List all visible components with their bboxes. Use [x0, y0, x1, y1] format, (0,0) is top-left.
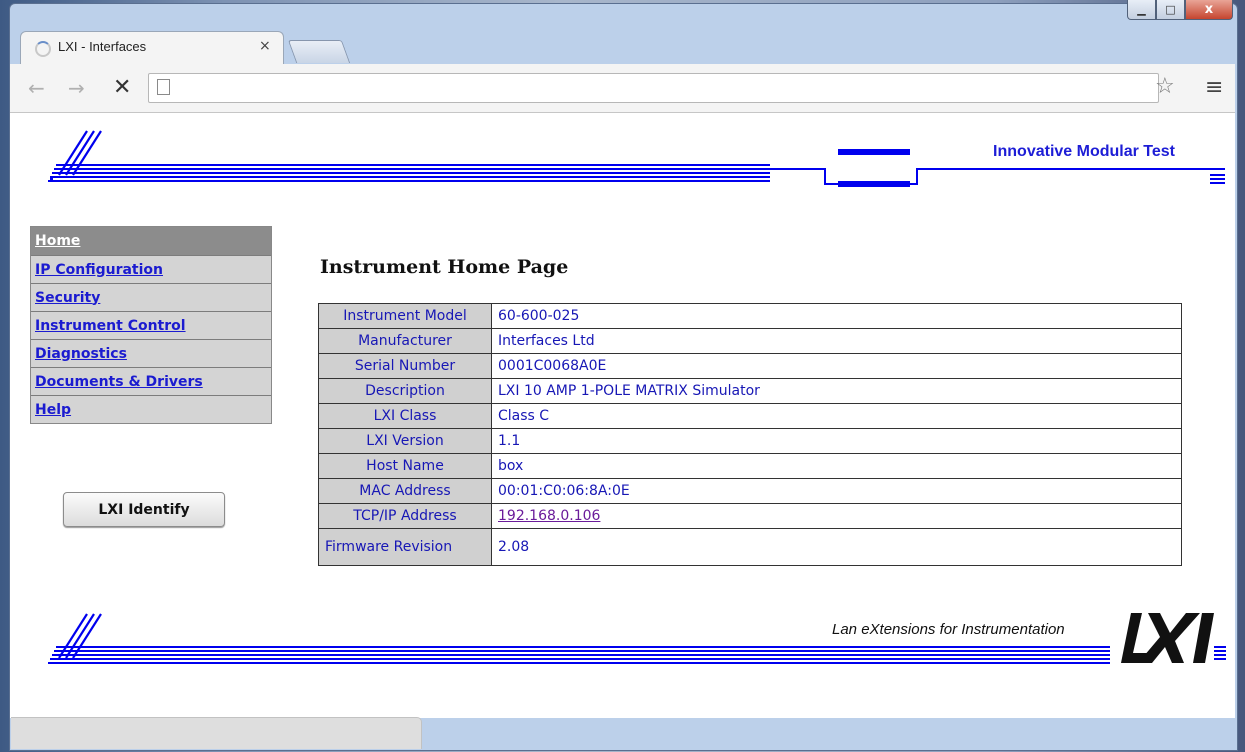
page-viewport: Innovative Modular Test Lan eXtensions f… [10, 113, 1235, 718]
stop-icon[interactable]: ✕ [113, 75, 131, 100]
lxi-logo [1121, 613, 1214, 663]
window-controls: ▁ □ x [1127, 0, 1233, 20]
sidebar-item-instrument-control[interactable]: Instrument Control [31, 311, 271, 339]
info-value: 192.168.0.106 [491, 503, 1182, 529]
maximize-button[interactable]: □ [1156, 0, 1185, 20]
info-key: Description [318, 378, 492, 404]
table-row: Description LXI 10 AMP 1-POLE MATRIX Simu… [318, 378, 1182, 404]
loading-spinner-icon [35, 41, 51, 57]
table-row: Instrument Model 60-600-025 [318, 303, 1182, 329]
table-row: LXI Version 1.1 [318, 428, 1182, 454]
footer-banner-graphic [48, 613, 1226, 664]
tab-close-icon[interactable]: × [259, 38, 271, 54]
info-key: Instrument Model [318, 303, 492, 329]
address-bar[interactable] [148, 73, 1159, 103]
table-row: Firmware Revision 2.08 [318, 528, 1182, 566]
chrome-menu-icon[interactable]: ≡ [1205, 75, 1223, 100]
footer-tagline: Lan eXtensions for Instrumentation [832, 621, 1065, 638]
table-row: LXI Class Class C [318, 403, 1182, 429]
info-value: 2.08 [491, 528, 1182, 566]
bookmark-star-icon[interactable]: ☆ [1155, 74, 1175, 99]
sidebar-item-security[interactable]: Security [31, 283, 271, 311]
info-value: 1.1 [491, 428, 1182, 454]
info-key: TCP/IP Address [318, 503, 492, 529]
info-key: Serial Number [318, 353, 492, 379]
page-icon [157, 79, 170, 95]
sidebar-item-help[interactable]: Help [31, 395, 271, 423]
table-row: MAC Address 00:01:C0:06:8A:0E [318, 478, 1182, 504]
table-row: Host Name box [318, 453, 1182, 479]
info-value: Interfaces Ltd [491, 328, 1182, 354]
info-key: Host Name [318, 453, 492, 479]
table-row: TCP/IP Address 192.168.0.106 [318, 503, 1182, 529]
sidebar-item-home[interactable]: Home [31, 227, 271, 255]
forward-arrow-icon[interactable]: → [68, 76, 85, 100]
page-title: Instrument Home Page [320, 256, 569, 278]
sidebar-item-diagnostics[interactable]: Diagnostics [31, 339, 271, 367]
minimize-button[interactable]: ▁ [1127, 0, 1156, 20]
info-key: LXI Class [318, 403, 492, 429]
back-arrow-icon[interactable]: ← [28, 76, 45, 100]
info-value: LXI 10 AMP 1-POLE MATRIX Simulator [491, 378, 1182, 404]
ip-address-link[interactable]: 192.168.0.106 [498, 508, 600, 524]
browser-tab[interactable]: LXI - Interfaces × [20, 31, 284, 64]
header-slash-logo [50, 130, 102, 181]
new-tab-button[interactable] [287, 40, 351, 63]
info-value: 00:01:C0:06:8A:0E [491, 478, 1182, 504]
info-key: MAC Address [318, 478, 492, 504]
instrument-info-table: Instrument Model 60-600-025 Manufacturer I… [318, 303, 1182, 566]
lxi-identify-button[interactable]: LXI Identify [63, 492, 225, 527]
sidebar-item-ip-configuration[interactable]: IP Configuration [31, 255, 271, 283]
status-bar [11, 717, 422, 749]
close-window-button[interactable]: x [1185, 0, 1233, 20]
info-key: Firmware Revision [318, 528, 492, 566]
table-row: Serial Number 0001C0068A0E [318, 353, 1182, 379]
tab-title: LXI - Interfaces [58, 39, 147, 54]
info-value: box [491, 453, 1182, 479]
sidebar-menu: Home IP Configuration Security Instrumen… [30, 226, 272, 424]
table-row: Manufacturer Interfaces Ltd [318, 328, 1182, 354]
company-name: Innovative Modular Test [993, 143, 1175, 160]
info-value: 60-600-025 [491, 303, 1182, 329]
info-value: Class C [491, 403, 1182, 429]
info-value: 0001C0068A0E [491, 353, 1182, 379]
info-key: LXI Version [318, 428, 492, 454]
browser-toolbar: ← → ✕ ☆ ≡ [10, 64, 1235, 113]
info-key: Manufacturer [318, 328, 492, 354]
sidebar-item-documents-drivers[interactable]: Documents & Drivers [31, 367, 271, 395]
